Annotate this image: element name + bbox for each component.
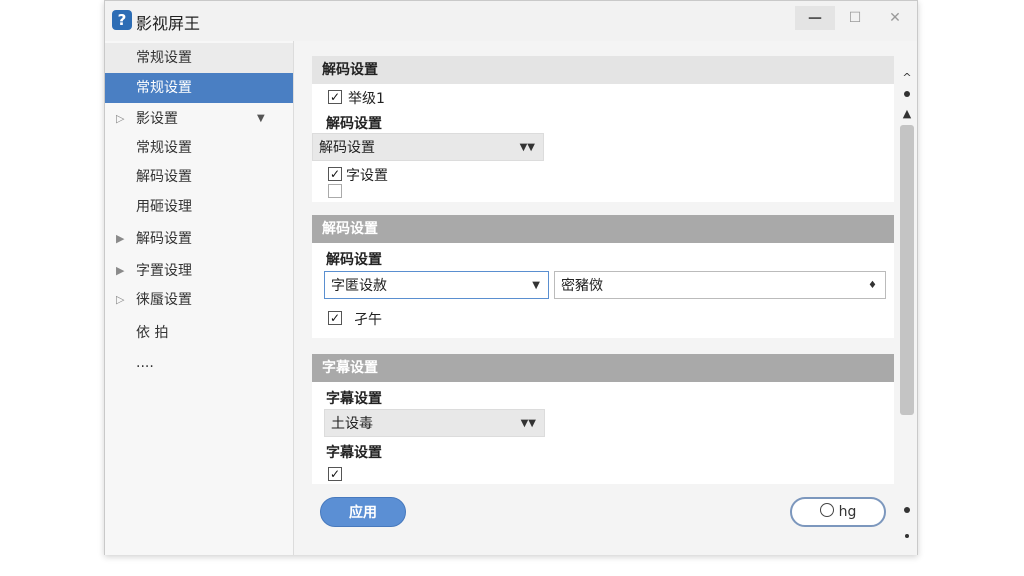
scroll-up-arrow-icon[interactable]: ▲ <box>899 107 915 120</box>
sidebar-item-label: 用砸设理 <box>136 199 192 215</box>
checkbox-level[interactable]: ✓ <box>328 90 342 104</box>
apply-button[interactable]: 应用 <box>320 497 406 527</box>
subtitle-section: 字幕设置 字幕设置 土设毒 ▼▼ 字幕设置 ✓ <box>312 354 894 484</box>
dropdown-value: 土设毒 <box>331 416 373 432</box>
scroll-dot-icon <box>904 91 910 97</box>
dropdown-value: 密豬傚 <box>561 278 603 294</box>
decode-section-1: 解码设置 ✓ 举级1 解码设置 解码设置 ▼▼ ✓ 字设置 <box>312 56 894 202</box>
sidebar-item-label: 常规设置 <box>136 80 192 96</box>
expand-arrow-icon: ▶ <box>116 264 125 277</box>
sidebar-item-other[interactable]: 依 拍 <box>105 318 293 348</box>
option-dropdown[interactable]: 密豬傚 ♦ <box>554 271 886 299</box>
spinner-icon: ♦ <box>868 280 877 291</box>
sidebar-item-label: .... <box>136 355 154 371</box>
scroll-dot-icon <box>904 507 910 513</box>
sidebar-item-font[interactable]: ▶ 字置设理 <box>105 256 293 286</box>
chevron-down-icon[interactable]: ▼ <box>257 104 265 134</box>
dropdown-value: 字匿设赦 <box>331 278 387 294</box>
field-label: 字幕设置 <box>326 445 382 461</box>
sidebar-nav: 常规设置 常规设置 ▷ 影设置 ▼ 常规设置 解码设置 用砸设理 ▶ 解码设置 … <box>105 41 294 555</box>
sidebar-item-usage[interactable]: 用砸设理 <box>105 192 293 222</box>
expand-arrow-icon: ▷ <box>116 293 125 306</box>
maximize-button[interactable]: ☐ <box>835 6 875 30</box>
checkbox-unchecked[interactable] <box>328 184 342 198</box>
scrollbar[interactable]: ^ ▲ <box>899 67 915 538</box>
decode-section-2: 解码设置 解码设置 字匿设赦 ▼ 密豬傚 ♦ ✓ 孑午 <box>312 215 894 338</box>
sidebar-item-label: 常规设置 <box>136 50 192 66</box>
field-label: 解码设置 <box>326 252 382 268</box>
field-label: 字幕设置 <box>326 391 382 407</box>
expand-arrow-icon: ▷ <box>116 112 125 125</box>
hg-button[interactable]: hg <box>790 497 886 527</box>
section-header: 解码设置 <box>312 56 894 84</box>
clock-icon <box>819 503 834 517</box>
hg-button-label: hg <box>838 504 857 520</box>
sidebar-item-video[interactable]: ▷ 影设置 ▼ <box>105 104 293 134</box>
checkbox-label: 举级1 <box>348 91 385 107</box>
checkbox-label: 孑午 <box>354 312 382 328</box>
window-title: 影视屏王 <box>136 14 201 33</box>
sidebar-item-label: 徕蜃设置 <box>136 292 192 308</box>
sidebar-item-more[interactable]: .... <box>105 348 293 378</box>
minimize-button[interactable]: — <box>795 6 835 30</box>
settings-window: ? 影视屏王 — ☐ ✕ 常规设置 常规设置 ▷ 影设置 ▼ 常规设置 解码设置… <box>104 0 918 555</box>
title-bar: ? 影视屏王 — ☐ ✕ <box>105 1 917 41</box>
close-button[interactable]: ✕ <box>875 6 915 30</box>
chevron-down-icon: ▼▼ <box>519 142 535 153</box>
chevron-down-icon: ▼ <box>532 280 540 291</box>
sidebar-item-general-selected[interactable]: 常规设置 <box>105 73 293 103</box>
sidebar-item-decode[interactable]: 解码设置 <box>105 162 293 192</box>
checkbox-font[interactable]: ✓ <box>328 167 342 181</box>
field-label: 解码设置 <box>326 116 382 132</box>
scroll-up-icon[interactable]: ^ <box>899 71 915 84</box>
section-header: 解码设置 <box>312 215 894 243</box>
section-title: 解码设置 <box>322 221 378 237</box>
sidebar-item-label: 依 拍 <box>136 325 169 341</box>
sidebar-item-label: 字置设理 <box>136 263 192 279</box>
mode-dropdown[interactable]: 字匿设赦 ▼ <box>324 271 549 299</box>
checkbox-subtitle[interactable]: ✓ <box>328 467 342 481</box>
scrollbar-thumb[interactable] <box>900 125 914 415</box>
sidebar-item-label: 常规设置 <box>136 140 192 156</box>
sidebar-item-label: 解码设置 <box>136 169 192 185</box>
scroll-dot-icon <box>905 534 909 538</box>
settings-content: 解码设置 ✓ 举级1 解码设置 解码设置 ▼▼ ✓ 字设置 解码设置 解码设置 … <box>294 41 917 555</box>
checkbox-label: 字设置 <box>346 168 388 184</box>
subtitle-dropdown[interactable]: 土设毒 ▼▼ <box>324 409 545 437</box>
decode-dropdown[interactable]: 解码设置 ▼▼ <box>312 133 544 161</box>
sidebar-item-label: 影设置 <box>136 111 178 127</box>
sidebar-item-general-2[interactable]: 常规设置 <box>105 133 293 163</box>
checkbox-option[interactable]: ✓ <box>328 311 342 325</box>
section-title: 字幕设置 <box>322 360 378 376</box>
app-logo-icon: ? <box>112 10 132 30</box>
sidebar-item-general-1[interactable]: 常规设置 <box>105 43 293 73</box>
section-header: 字幕设置 <box>312 354 894 382</box>
sidebar-item-decode-2[interactable]: ▶ 解码设置 <box>105 224 293 254</box>
section-title: 解码设置 <box>322 62 378 78</box>
sidebar-item-misc[interactable]: ▷ 徕蜃设置 <box>105 285 293 315</box>
expand-arrow-icon: ▶ <box>116 232 125 245</box>
sidebar-item-label: 解码设置 <box>136 231 192 247</box>
dropdown-value: 解码设置 <box>319 140 375 156</box>
chevron-down-icon: ▼▼ <box>520 418 536 429</box>
